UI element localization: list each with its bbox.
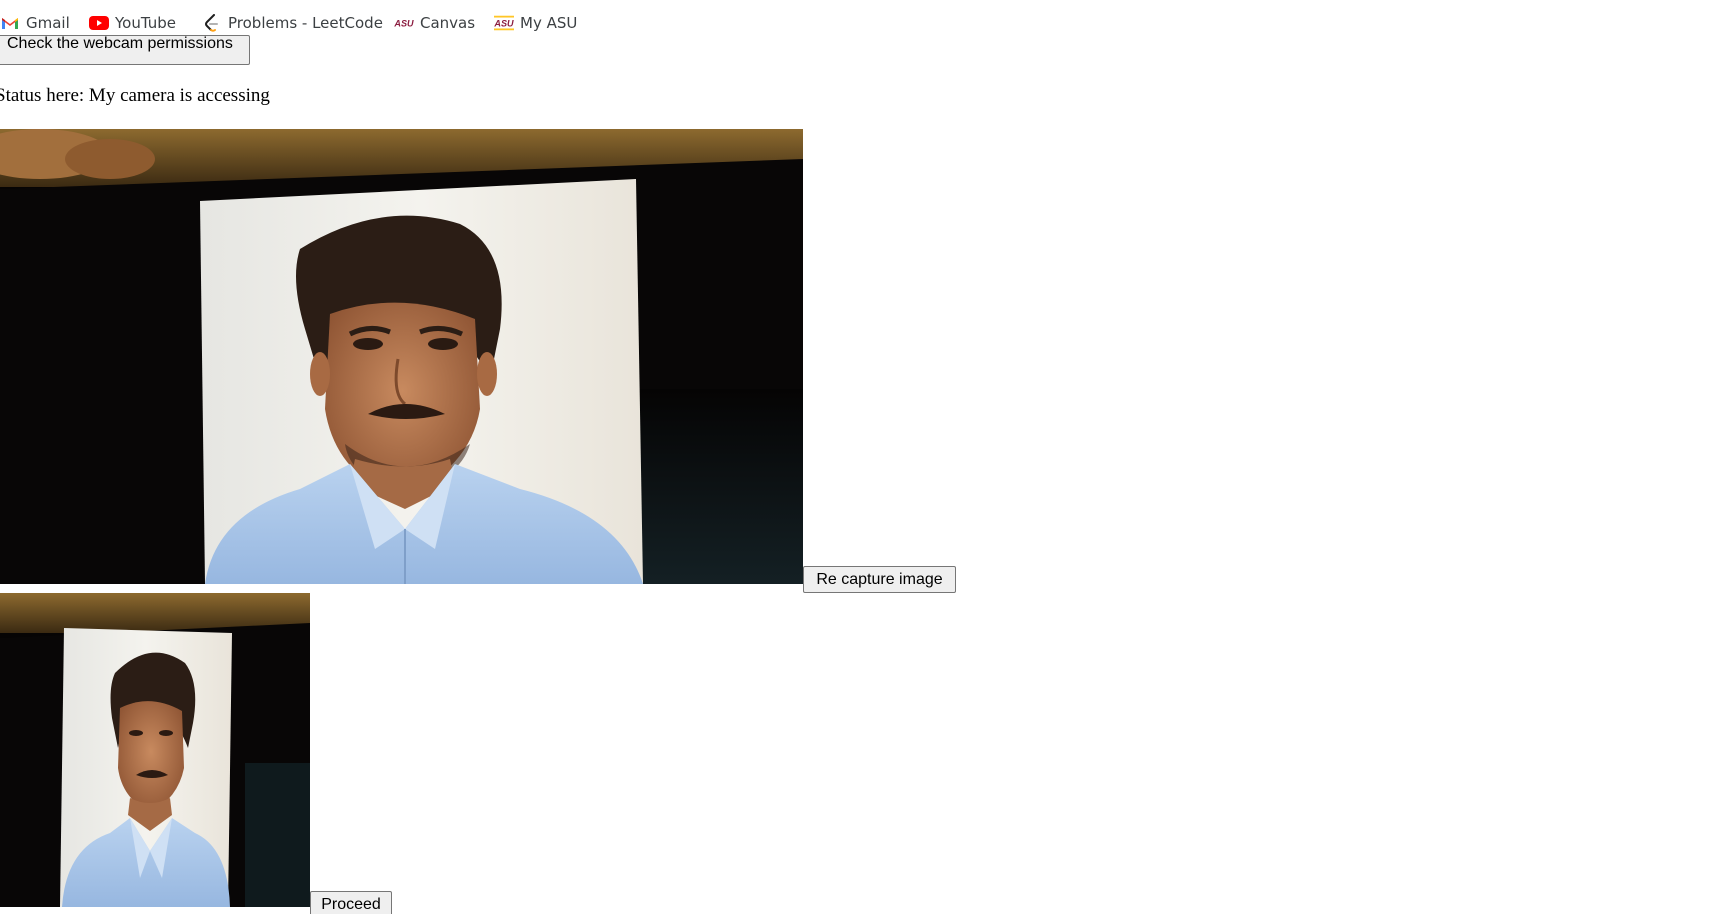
captured-frame-image [0, 593, 310, 907]
gmail-icon [0, 15, 20, 31]
status-text: Status here: My camera is accessing [0, 85, 270, 106]
webcam-video [0, 129, 803, 584]
bookmark-gmail[interactable]: Gmail [0, 12, 70, 34]
proceed-button[interactable]: Proceed [310, 891, 392, 914]
youtube-icon [89, 15, 109, 31]
leetcode-icon [202, 14, 222, 32]
bookmark-youtube-label: YouTube [115, 14, 176, 32]
bookmark-leetcode-label: Problems - LeetCode [228, 14, 383, 32]
recapture-image-button[interactable]: Re capture image [803, 566, 956, 593]
webcam-frame-image [0, 129, 803, 584]
bookmark-leetcode[interactable]: Problems - LeetCode [202, 12, 383, 34]
bookmarks-bar: Gmail YouTube Problems - LeetCode ASU Ca… [0, 0, 1712, 44]
bookmark-my-asu-label: My ASU [520, 14, 578, 32]
captured-image [0, 593, 310, 907]
svg-text:ASU: ASU [394, 19, 414, 29]
bookmark-youtube[interactable]: YouTube [89, 12, 176, 34]
svg-text:ASU: ASU [494, 19, 514, 29]
check-webcam-permissions-label: Check the webcam permissions [7, 35, 233, 52]
bookmark-canvas-label: Canvas [420, 14, 476, 32]
bookmark-canvas[interactable]: ASU Canvas [394, 12, 475, 34]
asu-icon: ASU [394, 15, 414, 31]
bookmark-my-asu[interactable]: ASU My ASU [494, 12, 577, 34]
check-webcam-permissions-button[interactable]: Check the webcam permissions [0, 35, 250, 65]
asu-icon: ASU [494, 15, 514, 31]
bookmark-gmail-label: Gmail [26, 14, 70, 32]
